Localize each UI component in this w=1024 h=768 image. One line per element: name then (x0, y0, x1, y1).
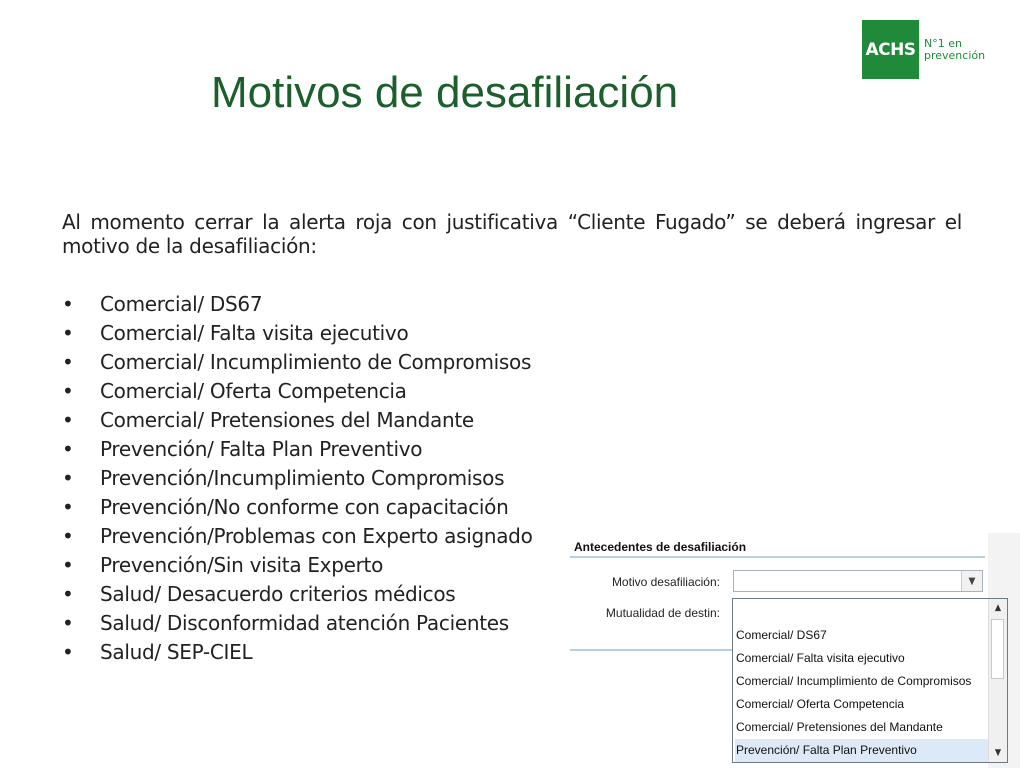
reason-item: • Comercial/ Oferta Competencia (62, 377, 533, 406)
scrollbar-thumb[interactable] (991, 619, 1004, 679)
reason-text: Salud/ SEP-CIEL (100, 640, 253, 664)
bullet-icon: • (62, 640, 74, 664)
reason-text: Salud/ Disconformidad atención Pacientes (100, 611, 509, 635)
reason-text: Comercial/ Incumplimiento de Compromisos (100, 350, 532, 374)
bullet-icon: • (62, 582, 74, 606)
dropdown-scrollbar[interactable]: ▲ ▼ (988, 599, 1007, 762)
dropdown-option[interactable]: Comercial/ DS67 (735, 624, 988, 647)
bullet-icon: • (62, 466, 74, 490)
bullet-icon: • (62, 495, 74, 519)
reason-text: Prevención/Incumplimiento Compromisos (100, 466, 505, 490)
reason-item: • Prevención/Sin visita Experto (62, 551, 533, 580)
dropdown-options: Comercial/ DS67 Comercial/ Falta visita e… (735, 624, 988, 762)
reason-item: • Prevención/Problemas con Experto asigna… (62, 522, 533, 551)
logo-tagline: N°1 en prevención (924, 36, 986, 62)
reason-item: • Salud/ Desacuerdo criterios médicos (62, 580, 533, 609)
motivo-dropdown-list[interactable]: Comercial/ DS67 Comercial/ Falta visita e… (732, 598, 1008, 763)
form-screenshot: Antecedentes de desafiliación Motivo des… (570, 533, 1020, 768)
motivo-label: Motivo desafiliación: (611, 575, 720, 589)
reason-text: Comercial/ Pretensiones del Mandante (100, 408, 474, 432)
bullet-icon: • (62, 350, 74, 374)
slide-title: Motivos de desafiliación (211, 68, 679, 117)
reason-item: • Prevención/Incumplimiento Compromisos (62, 464, 533, 493)
bullet-icon: • (62, 611, 74, 635)
reasons-list: • Comercial/ DS67 • Comercial/ Falta visita… (62, 290, 533, 667)
bullet-icon: • (62, 524, 74, 548)
logo-tagline-line2: prevención (924, 48, 986, 62)
reason-text: Prevención/Problemas con Experto asignad… (100, 524, 533, 548)
reason-text: Prevención/ Falta Plan Preventivo (100, 437, 423, 461)
reason-text: Comercial/ Falta visita ejecutivo (100, 321, 409, 345)
reason-item: • Prevención/No conforme con capacitación (62, 493, 533, 522)
achs-logo: ACHS N°1 en prevención (862, 20, 985, 79)
logo-tagline-line1: N°1 en (924, 36, 962, 50)
header-divider (570, 556, 985, 558)
reason-text: Salud/ Desacuerdo criterios médicos (100, 582, 456, 606)
mutualidad-label: Mutualidad de destin: (605, 606, 720, 620)
bullet-icon: • (62, 553, 74, 577)
reason-item: • Comercial/ Falta visita ejecutivo (62, 319, 533, 348)
motivo-select[interactable]: ▼ (733, 570, 983, 592)
logo-mark: ACHS (862, 20, 919, 79)
reason-item: • Comercial/ DS67 (62, 290, 533, 319)
reason-text: Comercial/ Oferta Competencia (100, 379, 407, 403)
bullet-icon: • (62, 292, 74, 316)
reason-item: • Prevención/ Falta Plan Preventivo (62, 435, 533, 464)
reason-text: Comercial/ DS67 (100, 292, 263, 316)
reason-item: • Salud/ SEP-CIEL (62, 638, 533, 667)
bullet-icon: • (62, 437, 74, 461)
reason-item: • Comercial/ Incumplimiento de Compromiso… (62, 348, 533, 377)
reason-text: Prevención/Sin visita Experto (100, 553, 383, 577)
dropdown-option[interactable]: Comercial/ Pretensiones del Mandante (735, 716, 988, 739)
section-bottom-divider (570, 649, 733, 651)
dropdown-option[interactable]: Prevención/ Falta Plan Preventivo (735, 739, 988, 762)
reason-item: • Salud/ Disconformidad atención Paciente… (62, 609, 533, 638)
dropdown-option[interactable]: Comercial/ Oferta Competencia (735, 693, 988, 716)
bullet-icon: • (62, 408, 74, 432)
intro-paragraph: Al momento cerrar la alerta roja con jus… (62, 210, 962, 258)
dropdown-option[interactable]: Comercial/ Falta visita ejecutivo (735, 647, 988, 670)
bullet-icon: • (62, 379, 74, 403)
scroll-up-icon[interactable]: ▲ (989, 599, 1007, 617)
scroll-down-icon[interactable]: ▼ (989, 744, 1007, 762)
reason-text: Prevención/No conforme con capacitación (100, 495, 509, 519)
form-section-header: Antecedentes de desafiliación (574, 540, 747, 554)
chevron-down-icon[interactable]: ▼ (961, 571, 982, 591)
bullet-icon: • (62, 321, 74, 345)
dropdown-option[interactable]: Comercial/ Incumplimiento de Compromisos (735, 670, 988, 693)
reason-item: • Comercial/ Pretensiones del Mandante (62, 406, 533, 435)
